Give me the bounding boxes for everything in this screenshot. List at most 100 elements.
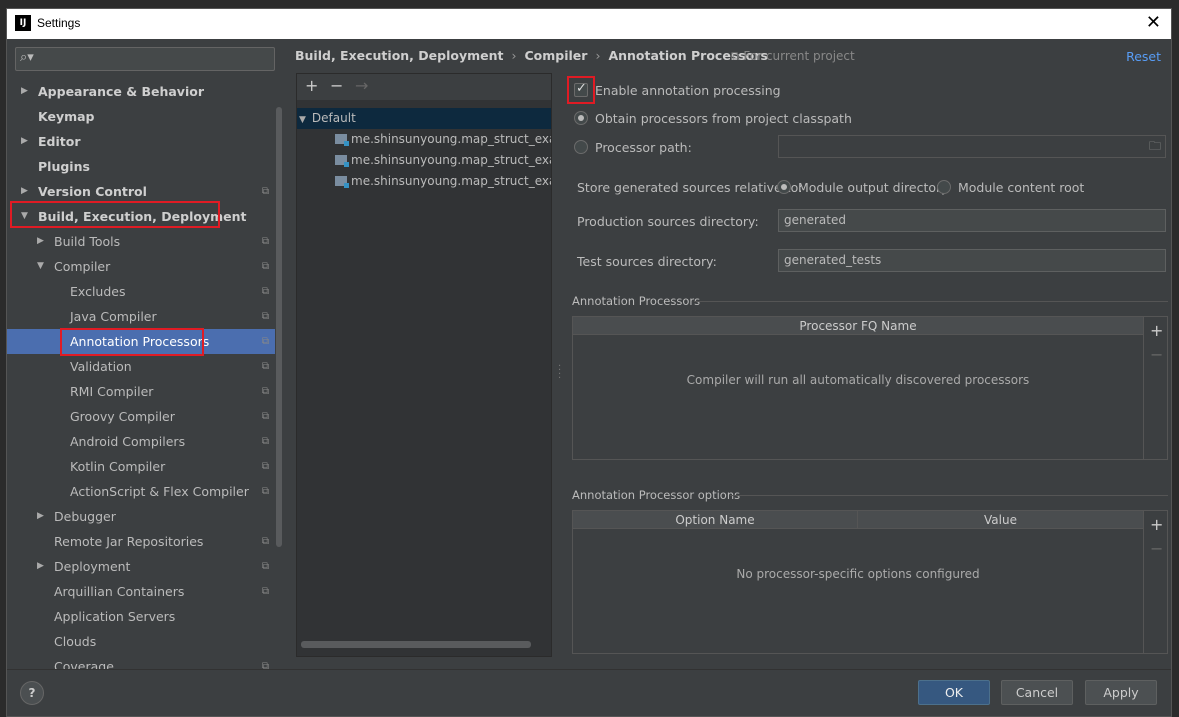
cancel-button[interactable]: Cancel bbox=[1001, 680, 1073, 705]
sidebar-item-excludes[interactable]: Excludes ⧉ bbox=[7, 279, 275, 304]
search-input[interactable]: ⌕▾ bbox=[15, 47, 275, 71]
close-icon[interactable]: ✕ bbox=[1146, 12, 1161, 33]
module-label: me.shinsunyoung.map_struct_exam bbox=[351, 132, 551, 146]
production-dir-label: Production sources directory: bbox=[577, 214, 759, 229]
help-button[interactable]: ? bbox=[20, 681, 44, 705]
profile-default[interactable]: ▼ Default bbox=[297, 108, 551, 129]
sidebar-item-remote-jar-repositories[interactable]: Remote Jar Repositories ⧉ bbox=[7, 529, 275, 554]
sidebar-item-android-compilers[interactable]: Android Compilers ⧉ bbox=[7, 429, 275, 454]
options-table-header: Option Name Value bbox=[573, 511, 1143, 529]
module-output-radio[interactable] bbox=[777, 180, 791, 194]
add-profile-button[interactable]: + bbox=[305, 76, 318, 95]
sidebar-item-deployment[interactable]: ▶ Deployment ⧉ bbox=[7, 554, 275, 579]
chevron-right-icon[interactable]: ▶ bbox=[21, 79, 28, 104]
production-dir-input[interactable]: generated bbox=[778, 209, 1166, 232]
settings-dialog: IJ Settings ✕ ⌕▾ ▶ Appearance & Behavior K… bbox=[6, 8, 1172, 717]
sidebar-item-groovy-compiler[interactable]: Groovy Compiler ⧉ bbox=[7, 404, 275, 429]
profile-default-label: Default bbox=[311, 111, 356, 125]
chevron-right-icon[interactable]: ▶ bbox=[37, 554, 44, 579]
sidebar-item-appearance-behavior[interactable]: ▶ Appearance & Behavior bbox=[7, 79, 275, 104]
module-icon bbox=[335, 155, 349, 167]
settings-content: Build, Execution, Deployment › Compiler › An… bbox=[284, 39, 1171, 669]
breadcrumb-separator: › bbox=[511, 48, 517, 63]
sidebar-item-label: Validation bbox=[70, 359, 132, 374]
sidebar-item-label: Android Compilers bbox=[70, 434, 186, 449]
add-option-button[interactable]: + bbox=[1150, 515, 1163, 534]
sidebar-item-label: Version Control bbox=[38, 184, 147, 199]
profile-module-item[interactable]: me.shinsunyoung.map_struct_exam.test bbox=[297, 171, 551, 192]
project-scope-icon: ⧉ bbox=[261, 661, 269, 669]
sidebar-item-debugger[interactable]: ▶ Debugger bbox=[7, 504, 275, 529]
sidebar-item-label: Editor bbox=[38, 134, 81, 149]
sidebar-item-actionscript-flex-compiler[interactable]: ActionScript & Flex Compiler ⧉ bbox=[7, 479, 275, 504]
sidebar-item-label: Deployment bbox=[54, 559, 131, 574]
options-empty-text: No processor-specific options configured bbox=[736, 567, 980, 581]
splitter-handle[interactable]: · · · · bbox=[558, 362, 561, 384]
sidebar-item-coverage[interactable]: Coverage ⧉ bbox=[7, 654, 275, 669]
project-scope-icon: ⧉ bbox=[261, 236, 269, 247]
test-dir-input[interactable]: generated_tests bbox=[778, 249, 1166, 272]
processor-path-field[interactable]: 🗀 bbox=[778, 135, 1166, 158]
sidebar-scrollbar[interactable] bbox=[276, 107, 282, 547]
sidebar-item-version-control[interactable]: ▶ Version Control ⧉ bbox=[7, 179, 275, 204]
sidebar-item-kotlin-compiler[interactable]: Kotlin Compiler ⧉ bbox=[7, 454, 275, 479]
processor-path-radio[interactable] bbox=[574, 140, 588, 154]
add-processor-button[interactable]: + bbox=[1150, 321, 1163, 340]
sidebar-item-keymap[interactable]: Keymap bbox=[7, 104, 275, 129]
sidebar-item-editor[interactable]: ▶ Editor bbox=[7, 129, 275, 154]
sidebar-item-label: Groovy Compiler bbox=[70, 409, 175, 424]
chevron-down-icon[interactable]: ▼ bbox=[37, 254, 44, 279]
option-value-column[interactable]: Value bbox=[858, 511, 1143, 529]
apply-button[interactable]: Apply bbox=[1085, 680, 1157, 705]
breadcrumb-part-1[interactable]: Build, Execution, Deployment bbox=[295, 48, 503, 63]
sidebar-item-plugins[interactable]: Plugins bbox=[7, 154, 275, 179]
sidebar-item-java-compiler[interactable]: Java Compiler ⧉ bbox=[7, 304, 275, 329]
reset-link[interactable]: Reset bbox=[1126, 49, 1161, 64]
move-module-button[interactable]: → bbox=[355, 76, 368, 95]
processors-section-title: Annotation Processors bbox=[572, 294, 701, 308]
sidebar-item-compiler[interactable]: ▼ Compiler ⧉ bbox=[7, 254, 275, 279]
profiles-horizontal-scrollbar[interactable] bbox=[301, 641, 531, 648]
sidebar-item-arquillian-containers[interactable]: Arquillian Containers ⧉ bbox=[7, 579, 275, 604]
project-scope-label: ⧉ For current project bbox=[731, 49, 855, 64]
chevron-right-icon[interactable]: ▶ bbox=[37, 504, 44, 529]
sidebar-item-label: Arquillian Containers bbox=[54, 584, 185, 599]
breadcrumb-part-2[interactable]: Compiler bbox=[524, 48, 587, 63]
breadcrumb-separator: › bbox=[595, 48, 601, 63]
profiles-panel: + − → ▼ Default me.shinsunyoung.map_struc… bbox=[296, 73, 552, 657]
chevron-down-icon[interactable]: ▼ bbox=[21, 204, 28, 229]
sidebar-item-build-tools[interactable]: ▶ Build Tools ⧉ bbox=[7, 229, 275, 254]
profile-module-item[interactable]: me.shinsunyoung.map_struct_exam.main bbox=[297, 150, 551, 171]
remove-option-button[interactable]: − bbox=[1150, 539, 1163, 558]
folder-icon[interactable]: 🗀 bbox=[1149, 136, 1161, 157]
sidebar-item-label: Build, Execution, Deployment bbox=[38, 209, 247, 224]
profile-module-item[interactable]: me.shinsunyoung.map_struct_exam bbox=[297, 129, 551, 150]
enable-annotation-label: Enable annotation processing bbox=[595, 83, 781, 98]
sidebar-item-annotation-processors[interactable]: Annotation Processors ⧉ bbox=[7, 329, 275, 354]
obtain-classpath-radio[interactable] bbox=[574, 111, 588, 125]
section-divider bbox=[694, 301, 1168, 302]
sidebar-item-rmi-compiler[interactable]: RMI Compiler ⧉ bbox=[7, 379, 275, 404]
ok-button[interactable]: OK bbox=[918, 680, 990, 705]
chevron-right-icon[interactable]: ▶ bbox=[21, 179, 28, 204]
chevron-down-icon: ▼ bbox=[299, 115, 306, 125]
option-name-column[interactable]: Option Name bbox=[573, 511, 858, 529]
sidebar-item-label: Coverage bbox=[54, 659, 114, 669]
chevron-right-icon[interactable]: ▶ bbox=[21, 129, 28, 154]
sidebar-item-validation[interactable]: Validation ⧉ bbox=[7, 354, 275, 379]
sidebar-item-application-servers[interactable]: Application Servers bbox=[7, 604, 275, 629]
enable-annotation-checkbox[interactable] bbox=[574, 81, 588, 97]
remove-processor-button[interactable]: − bbox=[1150, 345, 1163, 364]
sidebar-item-label: ActionScript & Flex Compiler bbox=[70, 484, 249, 499]
processors-table: Processor FQ Name Compiler will run all … bbox=[572, 316, 1144, 460]
chevron-right-icon[interactable]: ▶ bbox=[37, 229, 44, 254]
sidebar-item-label: Remote Jar Repositories bbox=[54, 534, 204, 549]
sidebar-item-label: Appearance & Behavior bbox=[38, 84, 204, 99]
sidebar-item-clouds[interactable]: Clouds bbox=[7, 629, 275, 654]
module-content-radio[interactable] bbox=[937, 180, 951, 194]
remove-profile-button[interactable]: − bbox=[330, 76, 343, 95]
processor-fq-column[interactable]: Processor FQ Name bbox=[573, 317, 1143, 335]
store-generated-label: Store generated sources relative to: bbox=[577, 180, 803, 195]
sidebar-item-build-execution-deployment[interactable]: ▼ Build, Execution, Deployment bbox=[7, 204, 275, 229]
window-title: Settings bbox=[37, 16, 81, 30]
